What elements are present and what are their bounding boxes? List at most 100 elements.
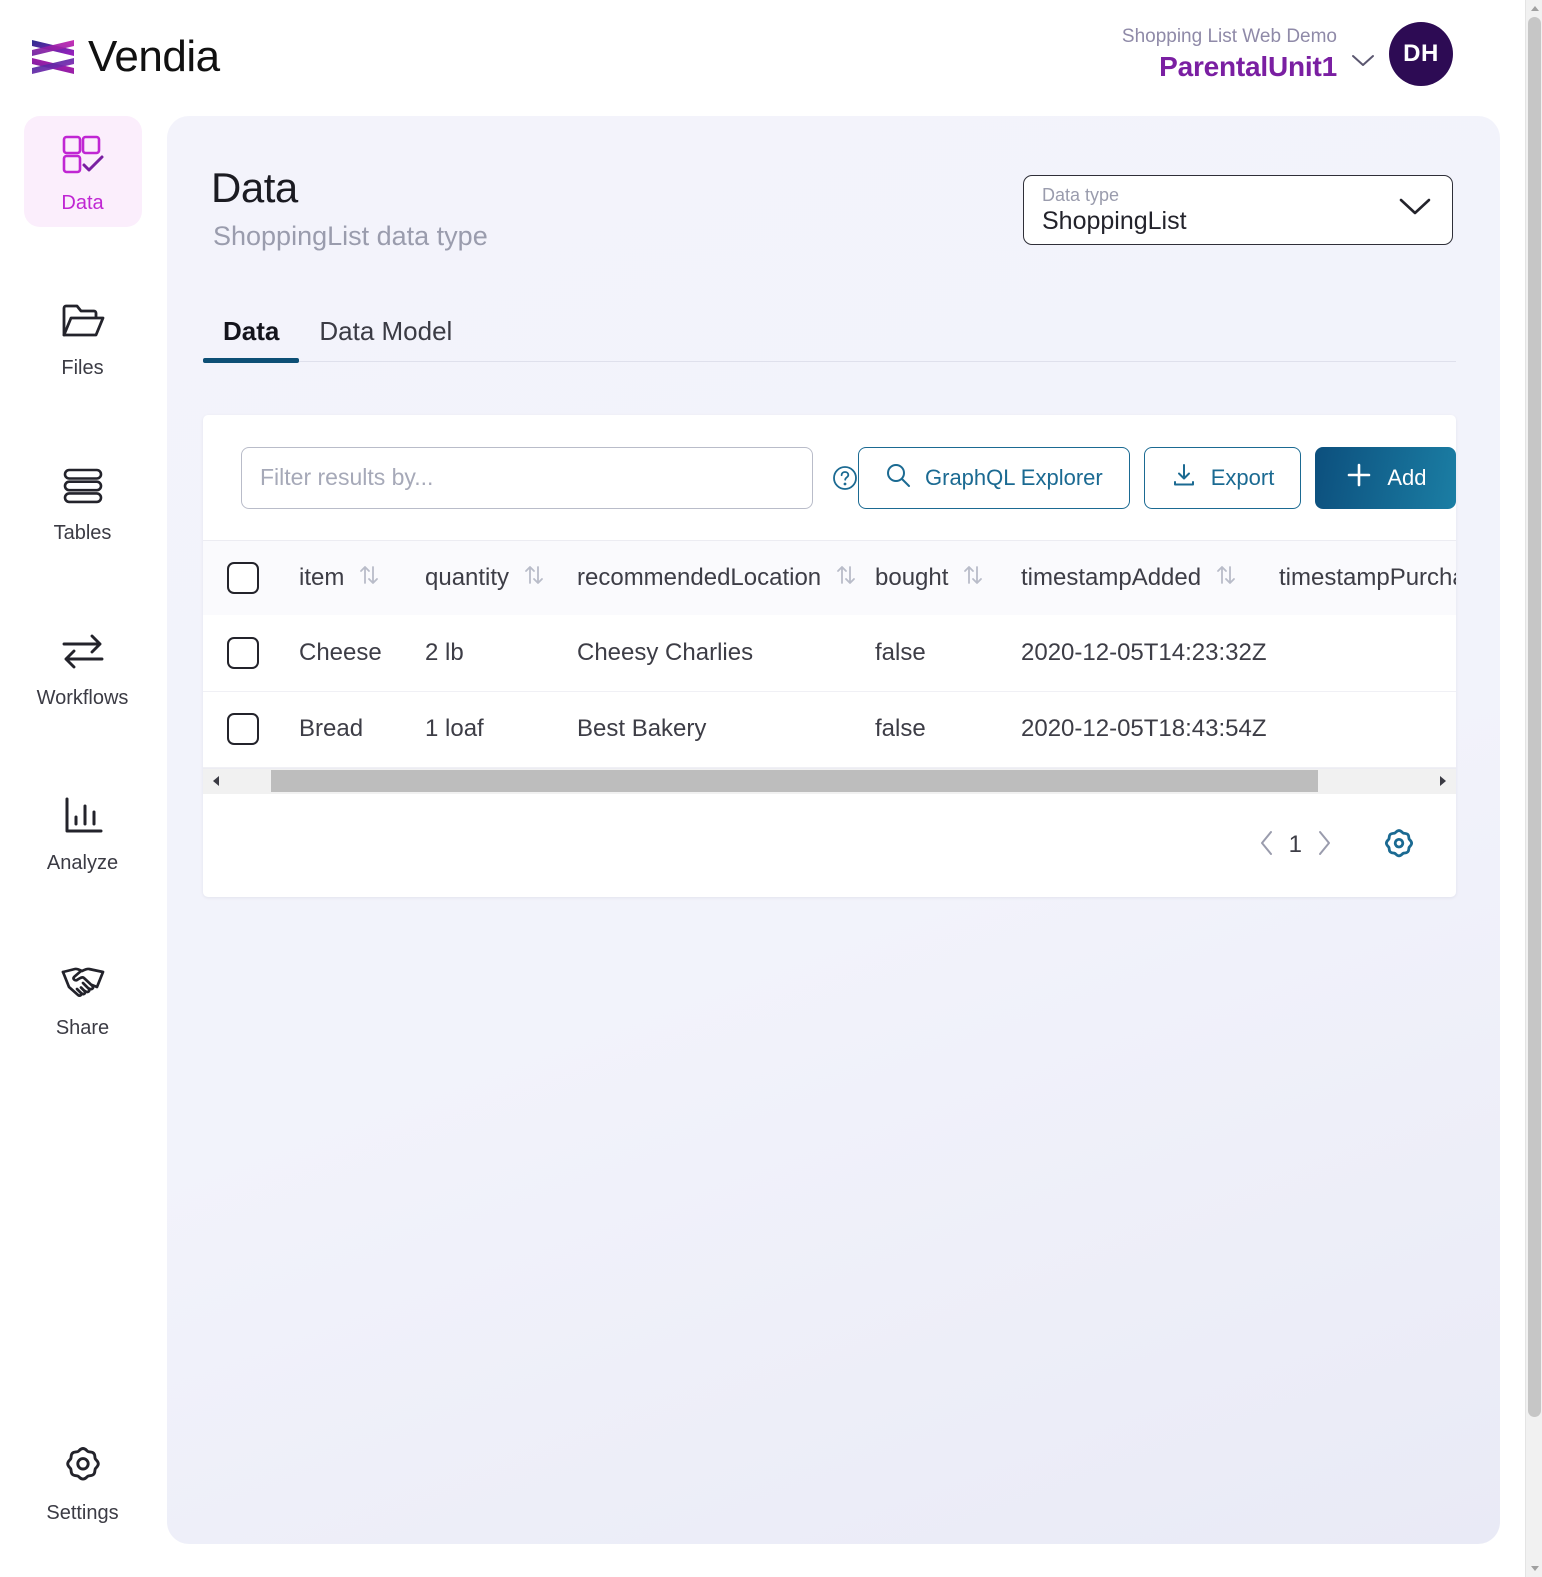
page-title: Data — [211, 164, 298, 211]
column-label: quantity — [425, 564, 510, 591]
question-circle-icon[interactable] — [832, 465, 858, 491]
sort-updown-icon[interactable] — [1215, 563, 1237, 594]
search-icon — [885, 462, 911, 494]
sidebar-item-label: Settings — [46, 1502, 119, 1524]
chevron-left-icon[interactable] — [1259, 830, 1275, 860]
chevron-down-icon[interactable] — [1351, 48, 1375, 74]
account-switcher[interactable]: Shopping List Web Demo ParentalUnit1 DH — [1122, 22, 1453, 86]
select-all-cell — [203, 541, 299, 615]
column-header-item[interactable]: item — [299, 541, 425, 615]
cell-quantity: 1 loaf — [425, 715, 484, 742]
download-icon — [1171, 462, 1197, 494]
export-button[interactable]: Export — [1143, 446, 1302, 509]
data-type-label: Data type — [1042, 185, 1120, 205]
data-table: item quantity recommendedLocation bought… — [203, 541, 1456, 768]
sidebar-item-share[interactable]: Share — [24, 941, 142, 1052]
cell-quantity: 2 lb — [425, 638, 464, 666]
data-table-panel: GraphQL Explorer Export — [203, 415, 1457, 897]
sidebar-item-label: Workflows — [36, 687, 129, 709]
table-footer: 1 — [203, 794, 1456, 897]
tab-label: Data Model — [319, 316, 453, 346]
sidebar-item-files[interactable]: Files — [24, 281, 142, 392]
column-label: timestampAdded — [1021, 564, 1202, 591]
stacked-rows-icon — [59, 462, 107, 510]
chevron-right-icon[interactable] — [1316, 830, 1332, 860]
scroll-up-arrow-icon[interactable] — [1526, 0, 1542, 17]
column-header-timestamppurchased[interactable]: timestampPurcha — [1279, 541, 1456, 615]
tab-data-model[interactable]: Data Model — [299, 316, 472, 361]
sidebar-item-label: Share — [55, 1017, 110, 1039]
account-unit-name: ParentalUnit1 — [1159, 51, 1337, 82]
row-checkbox[interactable] — [227, 713, 259, 745]
column-label: timestampPurcha — [1279, 564, 1456, 591]
tabs-bar: Data Data Model — [203, 316, 1456, 363]
browser-scroll-thumb[interactable] — [1528, 17, 1541, 1417]
sidebar-item-settings[interactable]: Settings — [24, 1426, 142, 1537]
scroll-right-arrow-icon[interactable] — [1430, 768, 1456, 794]
table-row[interactable]: Cheese 2 lb Cheesy Charlies false 2020-1… — [203, 615, 1456, 691]
gear-icon — [59, 1442, 107, 1490]
cell-item: Cheese — [299, 638, 382, 666]
sidebar-item-tables[interactable]: Tables — [24, 446, 142, 557]
account-org-label: Shopping List Web Demo — [1121, 26, 1337, 47]
cell-timestamppurchased — [1279, 615, 1456, 691]
graphql-explorer-label: GraphQL Explorer — [925, 464, 1103, 490]
tab-data[interactable]: Data — [203, 316, 300, 363]
add-label: Add — [1387, 464, 1427, 490]
brand-logo[interactable]: Vendia — [30, 32, 220, 82]
cell-bought: false — [875, 715, 926, 742]
scroll-down-arrow-icon[interactable] — [1526, 1560, 1542, 1577]
table-horizontal-scrollbar[interactable] — [203, 767, 1456, 794]
sidebar-nav: Data Files Tables Workflows Analyze Shar… — [0, 116, 165, 1577]
brand-name: Vendia — [88, 32, 220, 81]
table-header: item quantity recommendedLocation bought… — [203, 541, 1456, 615]
scroll-left-arrow-icon[interactable] — [203, 768, 229, 794]
page-number: 1 — [1288, 831, 1302, 858]
table-row[interactable]: Bread 1 loaf Best Bakery false 2020-12-0… — [203, 691, 1456, 767]
filter-input[interactable] — [241, 446, 813, 509]
column-label: item — [299, 564, 345, 591]
sidebar-item-data[interactable]: Data — [23, 116, 142, 227]
sort-updown-icon[interactable] — [835, 563, 857, 594]
data-type-select[interactable]: Data type ShoppingList — [1023, 175, 1453, 245]
cell-recommendedlocation: Cheesy Charlies — [577, 638, 754, 666]
chevron-down-icon[interactable] — [1398, 196, 1432, 223]
sort-updown-icon[interactable] — [358, 563, 380, 594]
tab-label: Data — [223, 316, 280, 346]
add-button[interactable]: Add — [1315, 446, 1457, 509]
top-header: Vendia Shopping List Web Demo ParentalUn… — [0, 0, 1525, 116]
plus-icon — [1345, 461, 1373, 495]
cell-item: Bread — [299, 715, 364, 742]
sidebar-item-workflows[interactable]: Workflows — [24, 611, 142, 722]
column-header-bought[interactable]: bought — [875, 541, 1021, 615]
select-all-checkbox[interactable] — [227, 562, 259, 594]
cell-bought: false — [875, 638, 926, 666]
column-header-timestampadded[interactable]: timestampAdded — [1021, 541, 1279, 615]
app-viewport: Vendia Shopping List Web Demo ParentalUn… — [0, 0, 1542, 1577]
export-label: Export — [1210, 464, 1275, 490]
sidebar-item-label: Files — [61, 357, 104, 379]
row-checkbox[interactable] — [227, 636, 259, 669]
avatar[interactable]: DH — [1389, 22, 1453, 86]
sidebar-item-analyze[interactable]: Analyze — [24, 776, 142, 887]
cell-timestampadded: 2020-12-05T14:23:32Z — [1021, 638, 1267, 666]
scroll-thumb[interactable] — [271, 770, 1318, 792]
sidebar-item-label: Data — [61, 192, 104, 214]
sort-updown-icon[interactable] — [523, 563, 545, 594]
table-scroll-area: item quantity recommendedLocation bought… — [203, 540, 1456, 768]
table-toolbar: GraphQL Explorer Export — [203, 415, 1457, 540]
column-header-recommendedlocation[interactable]: recommendedLocation — [577, 541, 875, 615]
row-select-cell — [203, 691, 299, 767]
handshake-icon — [59, 957, 107, 1005]
browser-scrollbar[interactable] — [1525, 0, 1542, 1577]
scroll-track[interactable] — [229, 768, 1430, 794]
table-settings-gear-icon[interactable] — [1380, 826, 1418, 864]
table-header-row: item quantity recommendedLocation bought… — [203, 541, 1456, 615]
graphql-explorer-button[interactable]: GraphQL Explorer — [858, 446, 1130, 509]
sort-updown-icon[interactable] — [962, 563, 984, 594]
column-label: recommendedLocation — [577, 564, 822, 591]
column-header-quantity[interactable]: quantity — [425, 541, 577, 615]
vendia-logo-icon — [30, 36, 78, 78]
toolbar-actions: GraphQL Explorer Export Add — [858, 446, 1457, 509]
account-texts: Shopping List Web Demo ParentalUnit1 — [1122, 24, 1337, 84]
